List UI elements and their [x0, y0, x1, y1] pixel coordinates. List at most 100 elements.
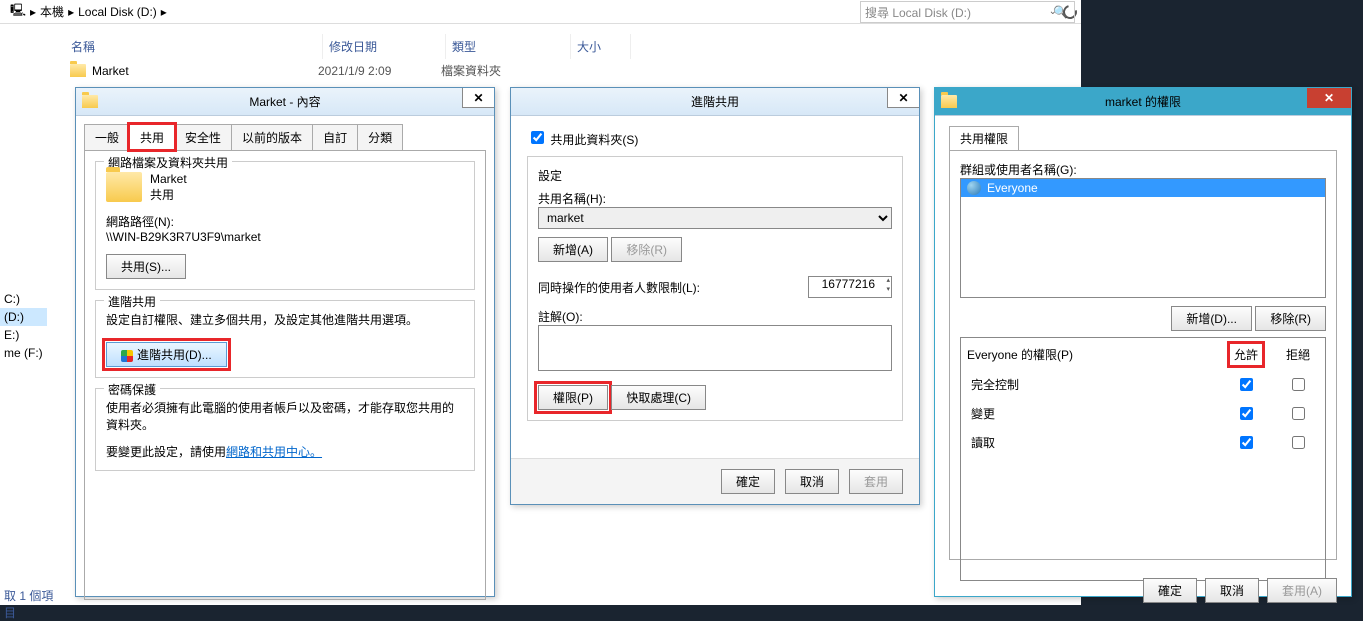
deny-change-checkbox[interactable]: [1292, 407, 1305, 420]
limit-spinner[interactable]: 16777216: [808, 276, 892, 298]
folder-type: 檔案資料夾: [441, 62, 566, 79]
cancel-button[interactable]: 取消: [1205, 578, 1259, 603]
remove-button: 移除(R): [611, 237, 682, 262]
adv-btn-label: 進階共用(D)...: [137, 348, 212, 362]
breadcrumb-disk[interactable]: Local Disk (D:): [76, 5, 159, 19]
remove-button[interactable]: 移除(R): [1255, 306, 1326, 331]
tree-f[interactable]: me (F:): [0, 344, 47, 362]
add-button[interactable]: 新增(D)...: [1171, 306, 1252, 331]
ok-button[interactable]: 確定: [721, 469, 775, 494]
col-name[interactable]: 名稱: [65, 34, 323, 59]
dialog-title-bar[interactable]: Market - 內容 ✕: [76, 88, 494, 116]
users-listbox[interactable]: Everyone: [960, 178, 1326, 298]
pc-icon: 🖳: [8, 1, 28, 22]
perm-row-read: 讀取: [963, 429, 1323, 456]
netpath-label: 網路路徑(N):: [106, 213, 464, 230]
netpath-value: \\WIN-B29K3R7U3F9\market: [106, 230, 464, 244]
status-bar: 取 1 個項目: [0, 583, 65, 605]
dialog-title-bar[interactable]: market 的權限 ✕: [935, 88, 1351, 116]
sharename-label: 共用名稱(H):: [538, 190, 892, 207]
settings-fieldset: 設定 共用名稱(H): market 新增(A) 移除(R) 同時操作的使用者人…: [527, 156, 903, 421]
perm-label: 變更: [963, 400, 1219, 427]
advanced-sharing-button[interactable]: 進階共用(D)...: [106, 342, 227, 367]
tab-share-permissions[interactable]: 共用權限: [949, 126, 1019, 150]
perm-row-full: 完全控制: [963, 371, 1323, 398]
col-type[interactable]: 類型: [446, 34, 571, 59]
pw-desc2: 要變更此設定，請使用: [106, 445, 226, 459]
shield-icon: [121, 350, 133, 362]
close-button[interactable]: ✕: [1307, 88, 1351, 108]
advanced-sharing-group: 進階共用 設定自訂權限、建立多個共用，及設定其他進階共用選項。 進階共用(D).…: [95, 300, 475, 378]
comment-input[interactable]: [538, 325, 892, 371]
password-group: 密碼保護 使用者必須擁有此電腦的使用者帳戶以及密碼，才能存取您共用的資料夾。 要…: [95, 388, 475, 471]
close-button[interactable]: ✕: [887, 88, 919, 108]
breadcrumb-pc[interactable]: 本機: [38, 3, 66, 20]
tab-custom[interactable]: 自訂: [312, 124, 358, 150]
group-title: 進階共用: [104, 293, 160, 310]
dialog-title: 進階共用: [691, 93, 739, 110]
tab-general[interactable]: 一般: [84, 124, 130, 150]
perm-for-label: Everyone 的權限(P): [963, 340, 1219, 369]
tab-previous[interactable]: 以前的版本: [231, 124, 313, 150]
search-icon: 🔍: [1053, 5, 1068, 19]
allow-read-checkbox[interactable]: [1240, 436, 1253, 449]
comment-label: 註解(O):: [538, 308, 892, 325]
folder-row-market[interactable]: Market 2021/1/9 2:09 檔案資料夾: [70, 62, 566, 79]
permissions-table: Everyone 的權限(P) 允許 拒絕 完全控制 變更 讀取: [960, 337, 1326, 581]
nav-tree[interactable]: C:) (D:) E:) me (F:): [0, 290, 47, 362]
apply-button: 套用(A): [1267, 578, 1337, 603]
share-name: Market: [150, 172, 187, 186]
folder-icon: [106, 172, 142, 202]
search-input[interactable]: 搜尋 Local Disk (D:) 🔍: [860, 1, 1075, 23]
adv-desc: 設定自訂權限、建立多個共用，及設定其他進階共用選項。: [106, 311, 464, 328]
tab-bar: 一般 共用 安全性 以前的版本 自訂 分類: [84, 124, 486, 150]
ok-button[interactable]: 確定: [1143, 578, 1197, 603]
share-button[interactable]: 共用(S)...: [106, 254, 186, 279]
user-label: Everyone: [987, 181, 1038, 195]
tree-e[interactable]: E:): [0, 326, 47, 344]
deny-read-checkbox[interactable]: [1292, 436, 1305, 449]
col-date[interactable]: 修改日期: [323, 34, 446, 59]
tab-category[interactable]: 分類: [357, 124, 403, 150]
list-item-everyone[interactable]: Everyone: [961, 179, 1325, 197]
tree-d[interactable]: (D:): [0, 308, 47, 326]
tab-sharing[interactable]: 共用: [129, 124, 175, 150]
properties-dialog: Market - 內容 ✕ 一般 共用 安全性 以前的版本 自訂 分類 網路檔案…: [75, 87, 495, 597]
tab-security[interactable]: 安全性: [174, 124, 232, 150]
add-button[interactable]: 新增(A): [538, 237, 608, 262]
group-title: 網路檔案及資料夾共用: [104, 154, 232, 171]
permissions-dialog: market 的權限 ✕ 共用權限 群組或使用者名稱(G): Everyone …: [934, 87, 1352, 597]
folder-icon: [82, 95, 98, 108]
allow-full-checkbox[interactable]: [1240, 378, 1253, 391]
dialog-title: Market - 內容: [249, 93, 320, 110]
share-status: 共用: [150, 186, 187, 203]
pw-desc1: 使用者必須擁有此電腦的使用者帳戶以及密碼，才能存取您共用的資料夾。: [106, 399, 464, 433]
users-icon: [967, 181, 981, 195]
deny-full-checkbox[interactable]: [1292, 378, 1305, 391]
allow-header: 允許: [1230, 344, 1262, 365]
chevron-right-icon: ▸: [159, 5, 169, 19]
folder-date: 2021/1/9 2:09: [318, 64, 441, 78]
dialog-title-bar[interactable]: 進階共用 ✕: [511, 88, 919, 116]
close-button[interactable]: ✕: [462, 88, 494, 108]
perm-label: 讀取: [963, 429, 1219, 456]
cancel-button[interactable]: 取消: [785, 469, 839, 494]
perm-label: 完全控制: [963, 371, 1219, 398]
col-size[interactable]: 大小: [571, 34, 631, 59]
tree-c[interactable]: C:): [0, 290, 47, 308]
chevron-right-icon: ▸: [28, 5, 38, 19]
network-center-link[interactable]: 網路和共用中心。: [226, 445, 322, 459]
permissions-button[interactable]: 權限(P): [538, 385, 608, 410]
search-placeholder: 搜尋 Local Disk (D:): [865, 4, 971, 21]
groups-label: 群組或使用者名稱(G):: [960, 161, 1326, 178]
share-cb-label: 共用此資料夾(S): [550, 133, 638, 147]
limit-label: 同時操作的使用者人數限制(L):: [538, 279, 700, 296]
share-checkbox[interactable]: 共用此資料夾(S): [527, 128, 903, 148]
allow-change-checkbox[interactable]: [1240, 407, 1253, 420]
dialog-title: market 的權限: [1105, 93, 1181, 110]
advanced-sharing-dialog: 進階共用 ✕ 共用此資料夾(S) 設定 共用名稱(H): market 新增(A…: [510, 87, 920, 505]
sharename-combo[interactable]: market: [538, 207, 892, 229]
column-headers[interactable]: 名稱 修改日期 類型 大小: [65, 34, 640, 59]
folder-icon: [941, 95, 957, 108]
caching-button[interactable]: 快取處理(C): [611, 385, 706, 410]
